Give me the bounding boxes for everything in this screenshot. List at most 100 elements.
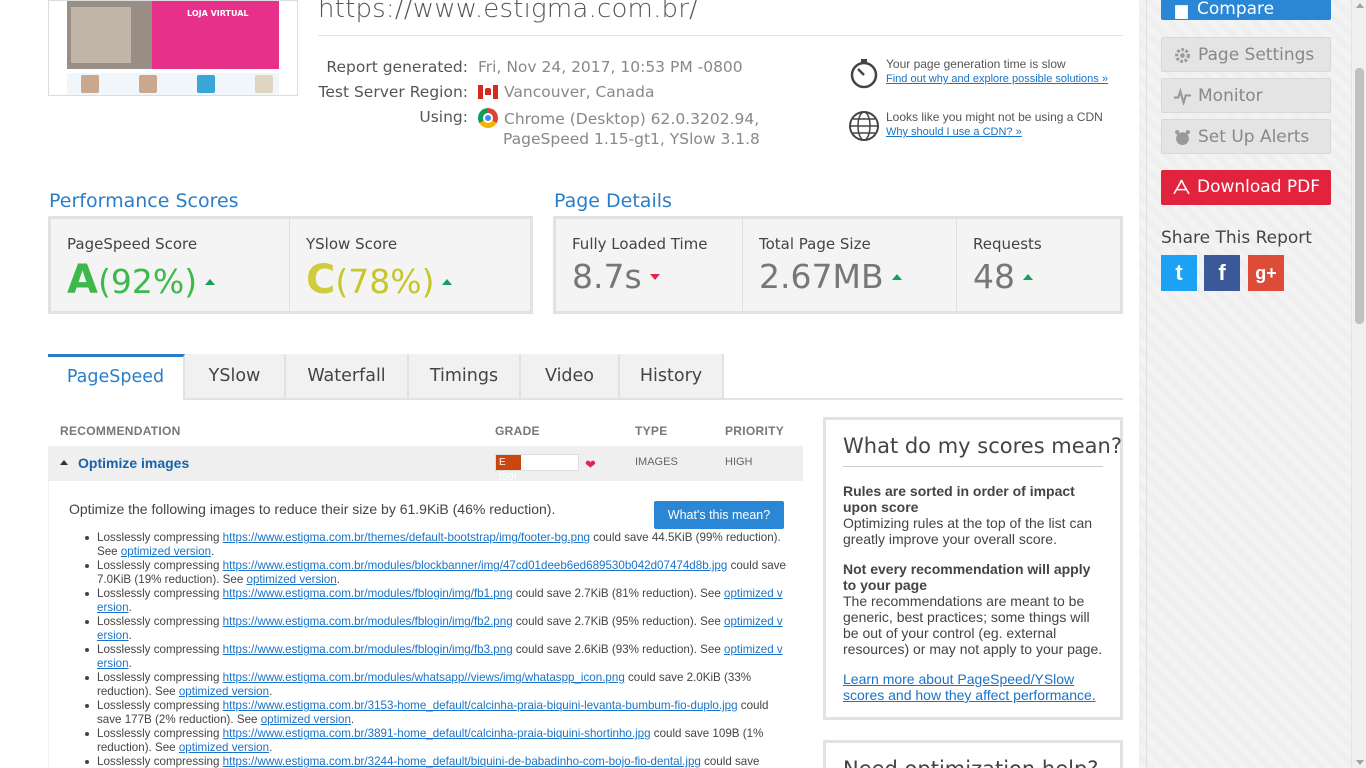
yslow-percent: (78%) xyxy=(335,262,435,301)
collapse-caret-icon[interactable] xyxy=(60,460,68,465)
pagespeed-grade-letter: A xyxy=(67,257,98,303)
report-generated-value: Fri, Nov 24, 2017, 10:53 PM -0800 xyxy=(478,58,743,76)
item-suffix: . xyxy=(128,601,132,614)
download-pdf-label: Download PDF xyxy=(1197,177,1321,197)
using-line2: PageSpeed 1.15-gt1, YSlow 3.1.8 xyxy=(503,130,760,148)
recommendation-item: Losslessly compressing https://www.estig… xyxy=(85,531,787,559)
scores-meaning-heading-1: Rules are sorted in order of impact upon… xyxy=(843,483,1075,515)
test-region-value: Vancouver, Canada xyxy=(504,83,655,101)
item-suffix: . xyxy=(269,685,273,698)
tab-pagespeed[interactable]: PageSpeed xyxy=(48,354,185,400)
canada-flag-icon xyxy=(478,85,498,99)
item-prefix: Losslessly compressing xyxy=(97,531,223,544)
recommendation-item: Losslessly compressing https://www.estig… xyxy=(85,615,787,643)
whats-this-mean-button[interactable]: What's this mean? xyxy=(654,501,784,529)
item-resource-link[interactable]: https://www.estigma.com.br/modules/fblog… xyxy=(223,615,513,628)
scores-meaning-panel: What do my scores mean? Rules are sorted… xyxy=(823,417,1123,720)
recommendation-summary: Optimize the following images to reduce … xyxy=(69,501,556,517)
test-region-value-wrap: Vancouver, Canada xyxy=(478,83,654,101)
page-settings-label: Page Settings xyxy=(1198,45,1315,65)
yslow-score-label: YSlow Score xyxy=(306,235,398,253)
share-report-title: Share This Report xyxy=(1161,228,1312,248)
item-resource-link[interactable]: https://www.estigma.com.br/themes/defaul… xyxy=(223,531,590,544)
item-prefix: Losslessly compressing xyxy=(97,559,223,572)
google-plus-share-button[interactable]: g+ xyxy=(1248,255,1284,291)
notice-cdn-link[interactable]: Why should I use a CDN? » xyxy=(886,126,1022,138)
column-header-recommendation[interactable]: RECOMMENDATION xyxy=(60,424,181,438)
fully-loaded-label: Fully Loaded Time xyxy=(572,235,708,253)
requests-cell: Requests 48 xyxy=(957,219,1117,311)
column-header-priority[interactable]: PRIORITY xyxy=(725,424,784,438)
tab-yslow[interactable]: YSlow xyxy=(185,354,286,398)
download-pdf-button[interactable]: Download PDF xyxy=(1161,170,1331,205)
gear-icon xyxy=(1175,48,1190,63)
item-resource-link[interactable]: https://www.estigma.com.br/modules/fblog… xyxy=(223,643,513,656)
item-suffix: . xyxy=(336,573,340,586)
url-divider xyxy=(318,35,1123,36)
fully-loaded-value: 8.7s xyxy=(572,257,642,296)
performance-scores-box: PageSpeed Score A(92%) YSlow Score C(78%… xyxy=(48,216,533,314)
twitter-share-button[interactable]: t xyxy=(1161,255,1197,291)
tab-timings[interactable]: Timings xyxy=(409,354,521,398)
item-resource-link[interactable]: https://www.estigma.com.br/3153-home_def… xyxy=(223,699,738,712)
recommendation-name[interactable]: Optimize images xyxy=(78,455,189,471)
optimized-version-link[interactable]: optimized version xyxy=(261,713,351,726)
tab-history[interactable]: History xyxy=(620,354,724,398)
report-generated-label: Report generated: xyxy=(326,58,468,76)
item-resource-link[interactable]: https://www.estigma.com.br/modules/whats… xyxy=(223,671,625,684)
column-header-grade[interactable]: GRADE xyxy=(495,424,540,438)
item-prefix: Losslessly compressing xyxy=(97,699,223,712)
scroll-down-arrow-icon[interactable] xyxy=(1356,760,1364,765)
optimization-help-panel: Need optimization help? xyxy=(823,740,1123,768)
monitor-button[interactable]: Monitor xyxy=(1161,78,1331,113)
page-size-label: Total Page Size xyxy=(759,235,871,253)
panel-divider xyxy=(843,466,1103,467)
yslow-score-value: C(78%) xyxy=(306,257,453,303)
facebook-share-button[interactable]: f xyxy=(1204,255,1240,291)
tab-video[interactable]: Video xyxy=(521,354,620,398)
scroll-up-arrow-icon[interactable] xyxy=(1356,3,1364,8)
recommendation-row-optimize-images[interactable]: Optimize images E (50) ❤ IMAGES HIGH xyxy=(48,446,803,483)
item-suffix: . xyxy=(128,657,132,670)
using-label: Using: xyxy=(419,108,468,126)
tab-waterfall[interactable]: Waterfall xyxy=(286,354,409,398)
item-suffix: . xyxy=(269,741,273,754)
report-tabs: PageSpeed YSlow Waterfall Timings Video … xyxy=(48,354,1123,400)
right-sidebar-background xyxy=(1139,0,1351,768)
optimized-version-link[interactable]: optimized version xyxy=(179,741,269,754)
page-settings-button[interactable]: Page Settings xyxy=(1161,37,1331,72)
set-up-alerts-button[interactable]: Set Up Alerts xyxy=(1161,119,1331,154)
scrollbar-thumb[interactable] xyxy=(1355,68,1364,324)
notice-generation-link[interactable]: Find out why and explore possible soluti… xyxy=(886,73,1108,85)
recommendation-item: Losslessly compressing https://www.estig… xyxy=(85,671,787,699)
google-plus-icon: g+ xyxy=(1255,263,1277,283)
item-resource-link[interactable]: https://www.estigma.com.br/modules/block… xyxy=(223,559,728,572)
optimized-version-link[interactable]: optimized version xyxy=(179,685,269,698)
item-resource-link[interactable]: https://www.estigma.com.br/3244-home_def… xyxy=(223,755,701,768)
recommendation-item: Losslessly compressing https://www.estig… xyxy=(85,643,787,671)
item-prefix: Losslessly compressing xyxy=(97,671,223,684)
optimized-version-link[interactable]: optimized version xyxy=(121,545,211,558)
item-resource-link[interactable]: https://www.estigma.com.br/3891-home_def… xyxy=(223,727,651,740)
recommendation-priority: HIGH xyxy=(725,456,753,468)
pagespeed-percent: (92%) xyxy=(97,262,198,301)
column-header-type[interactable]: TYPE xyxy=(635,424,668,438)
optimized-version-link[interactable]: optimized version xyxy=(247,573,337,586)
pagespeed-score-cell: PageSpeed Score A(92%) xyxy=(51,219,289,311)
page-details-box: Fully Loaded Time 8.7s Total Page Size 2… xyxy=(553,216,1123,314)
pagespeed-score-label: PageSpeed Score xyxy=(67,235,198,253)
thumbnail-banner-text: LOJA VIRTUAL xyxy=(187,9,249,18)
item-prefix: Losslessly compressing xyxy=(97,727,223,740)
compare-button[interactable]: Compare xyxy=(1161,0,1331,20)
item-suffix: . xyxy=(211,545,215,558)
grade-bar: E (50) xyxy=(495,454,579,483)
test-region-label: Test Server Region: xyxy=(318,83,469,101)
learn-more-link[interactable]: Learn more about PageSpeed/YSlow scores … xyxy=(843,671,1105,703)
fully-loaded-value-wrap: 8.7s xyxy=(572,257,660,296)
page-scrollbar[interactable] xyxy=(1351,0,1366,768)
compare-icon xyxy=(1175,5,1188,19)
item-resource-link[interactable]: https://www.estigma.com.br/modules/fblog… xyxy=(223,587,513,600)
chrome-icon xyxy=(478,108,498,128)
trend-up-icon xyxy=(205,279,216,285)
notice-generation-text: Your page generation time is slow xyxy=(886,57,1066,71)
